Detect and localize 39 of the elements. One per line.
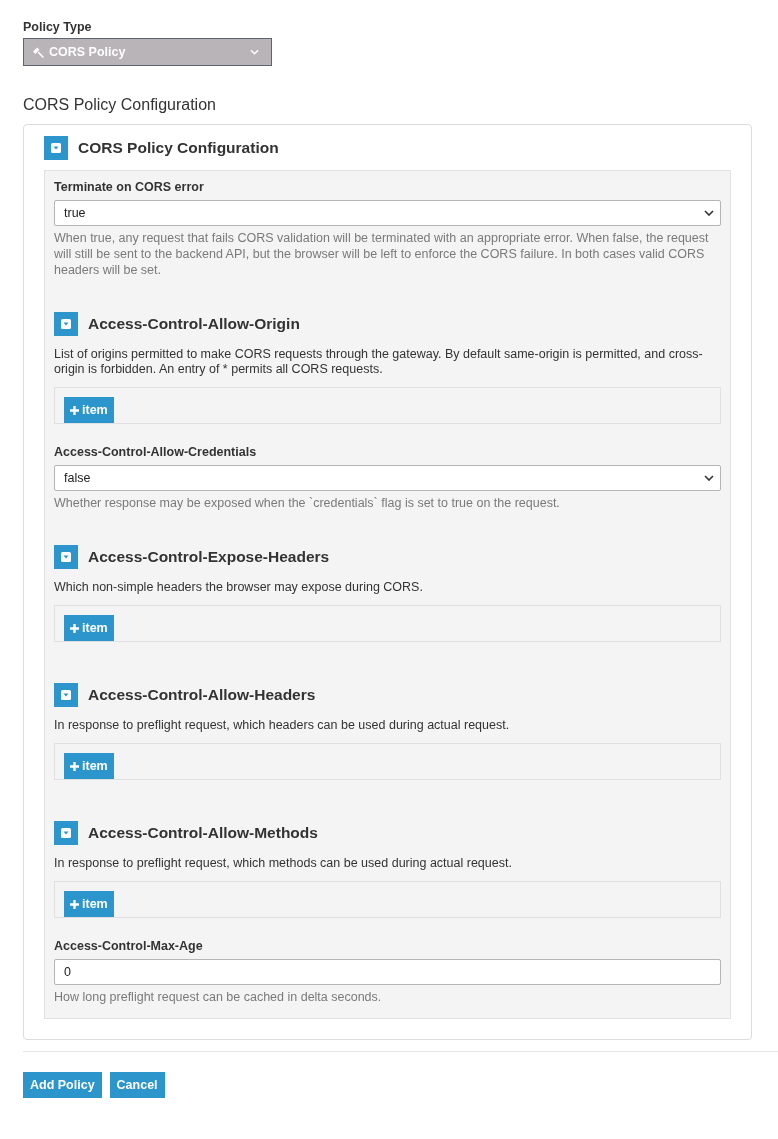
plus-icon <box>70 405 79 415</box>
help-text: Whether response may be exposed when the `credentials` flag is set to true on the request. <box>54 495 561 511</box>
collapse-icon[interactable] <box>54 821 78 845</box>
add-item-button[interactable]: item <box>64 891 114 917</box>
plus-icon <box>70 899 79 909</box>
dropdown-field[interactable]: true <box>54 200 721 226</box>
dropdown-field[interactable]: false <box>54 465 721 491</box>
help-text: When true, any request that fails CORS validation will be terminated with an appropriate error. When false, the request will still be sent to the backend API, but the browser will be left to enforce the CORS failure. In both cases valid CORS headers will be set. <box>54 230 710 278</box>
page-heading: CORS Policy Configuration <box>23 95 216 115</box>
field-label: Access-Control-Max-Age <box>54 938 203 954</box>
collapse-icon[interactable] <box>54 683 78 707</box>
chevron-down-icon <box>704 210 714 216</box>
field-label: Policy Type <box>23 19 92 35</box>
add-item-button[interactable]: item <box>64 753 114 779</box>
section-description: In response to preflight request, which headers can be used during actual request. <box>54 718 511 733</box>
collapse-icon[interactable] <box>54 545 78 569</box>
section-title: Access-Control-Allow-Origin <box>88 315 300 333</box>
add-item-button[interactable]: item <box>64 397 114 423</box>
collapse-icon[interactable] <box>44 135 68 160</box>
input-field[interactable]: 0 <box>54 959 721 985</box>
field-label: Terminate on CORS error <box>54 179 204 195</box>
chevron-down-icon <box>250 49 259 55</box>
section-title: Access-Control-Allow-Methods <box>88 824 318 842</box>
collapse-icon[interactable] <box>54 312 78 336</box>
section-description: List of origins permitted to make CORS requests through the gateway. By default same-origin is permitted, and cross-origin is forbidden. An entry of * permits all CORS requests. <box>54 347 704 377</box>
section-title: CORS Policy Configuration <box>78 138 279 157</box>
help-text: How long preflight request can be cached in delta seconds. <box>54 989 383 1005</box>
field-label: Access-Control-Allow-Credentials <box>54 444 257 460</box>
section-description: In response to preflight request, which methods can be used during actual request. <box>54 856 513 871</box>
hammer-icon <box>33 46 44 58</box>
plus-icon <box>70 761 79 771</box>
chevron-down-icon <box>704 475 714 481</box>
cancel-button[interactable]: Cancel <box>109 1072 165 1098</box>
section-title: Access-Control-Expose-Headers <box>88 548 330 566</box>
section-title: Access-Control-Allow-Headers <box>88 686 316 704</box>
add-policy-button[interactable]: Add Policy <box>23 1072 102 1098</box>
plus-icon <box>70 623 79 633</box>
section-description: Which non-simple headers the browser may expose during CORS. <box>54 580 424 595</box>
add-item-button[interactable]: item <box>64 615 114 641</box>
